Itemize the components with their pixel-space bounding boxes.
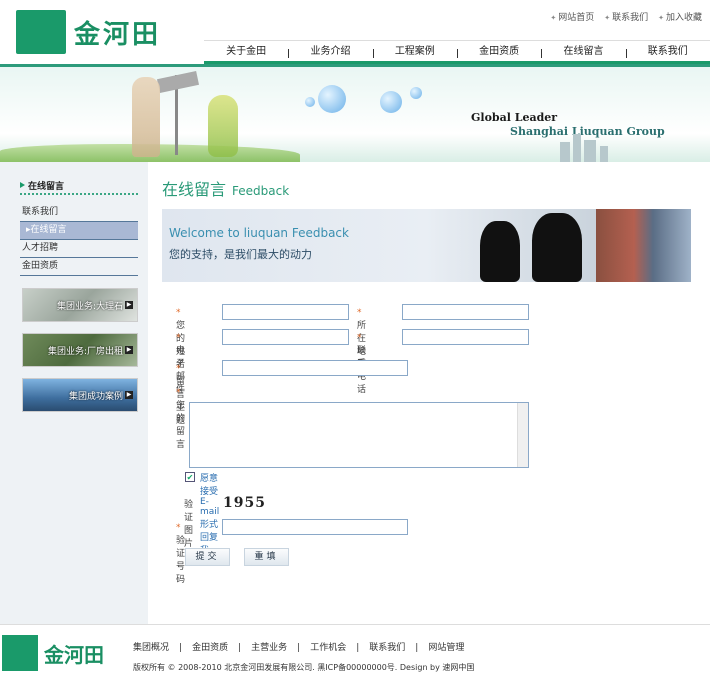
banner-bubble bbox=[318, 85, 346, 113]
promo-cases[interactable]: 集团成功案例 ▶ bbox=[22, 378, 138, 412]
name-input[interactable] bbox=[222, 304, 349, 320]
promo-label: 集团业务:大理石 bbox=[56, 301, 123, 312]
phone-input[interactable] bbox=[402, 329, 529, 345]
sidebar-list: 联系我们 在线留言 人才招聘 金田资质 bbox=[20, 204, 138, 276]
silhouette-person bbox=[480, 221, 520, 282]
code-label-text: 验证号码 bbox=[176, 536, 186, 585]
arrow-right-icon: ▶ bbox=[125, 301, 133, 309]
banner-bubble bbox=[380, 91, 402, 113]
promo-label: 集团业务:厂房出租 bbox=[47, 346, 123, 357]
site-logo[interactable]: 金河田 bbox=[16, 10, 166, 54]
footer-link-jobs[interactable]: 工作机会 bbox=[287, 640, 346, 653]
nav-qualifications[interactable]: 金田资质 bbox=[456, 41, 542, 64]
footer-link-qualifications[interactable]: 金田资质 bbox=[169, 640, 228, 653]
banner-person-child bbox=[208, 95, 238, 157]
footer: 金河田 集团概况 金田资质 主营业务 工作机会 联系我们 网站管理 版权所有 ©… bbox=[0, 624, 710, 683]
promo-marble[interactable]: 集团业务:大理石 ▶ bbox=[22, 288, 138, 322]
banner-bubble bbox=[410, 87, 422, 99]
footer-links: 集团概况 金田资质 主营业务 工作机会 联系我们 网站管理 bbox=[133, 640, 464, 653]
reset-button[interactable]: 重填 bbox=[244, 548, 289, 566]
logo-leaf-icon bbox=[16, 10, 66, 54]
silhouette-person bbox=[532, 213, 582, 282]
reply-checkbox[interactable]: ✔ bbox=[185, 472, 195, 482]
main-nav: 关于金田 业务介绍 工程案例 金田资质 在线留言 联系我们 bbox=[204, 40, 710, 64]
submit-button[interactable]: 提交 bbox=[185, 548, 230, 566]
promo-label: 集团成功案例 bbox=[68, 391, 123, 402]
nav-cases[interactable]: 工程案例 bbox=[372, 41, 457, 64]
code-input[interactable] bbox=[222, 519, 408, 535]
header: 金河田 网站首页 联系我们 加入收藏 关于金田 业务介绍 工程案例 金田资质 在… bbox=[0, 0, 710, 64]
banner-building bbox=[600, 146, 608, 162]
nav-business[interactable]: 业务介绍 bbox=[288, 41, 373, 64]
sidebar-heading: 在线留言 bbox=[20, 179, 138, 195]
code-label: *验证号码 bbox=[176, 523, 186, 585]
banner-building bbox=[584, 140, 596, 162]
reply-checkbox-label[interactable]: 愿意接受E-mail形式回复我 bbox=[200, 471, 219, 556]
nav-contact[interactable]: 联系我们 bbox=[625, 41, 710, 64]
main-content: 在线留言 Feedback Welcome to liuquan Feedback… bbox=[148, 162, 710, 624]
footer-link-overview[interactable]: 集团概况 bbox=[133, 640, 169, 653]
sidebar-item-feedback[interactable]: 在线留言 bbox=[20, 222, 138, 240]
welcome-text-en: Welcome to liuquan Feedback bbox=[169, 226, 349, 240]
banner-title: Global Leader bbox=[471, 111, 558, 124]
bookmark-link[interactable]: 加入收藏 bbox=[658, 10, 702, 23]
banner: Global Leader Shanghai Liuquan Group bbox=[0, 64, 710, 162]
copyright: 版权所有 © 2008-2010 北京金河田发展有限公司. 黑ICP备00000… bbox=[133, 663, 475, 672]
page-title-cn: 在线留言 bbox=[162, 180, 227, 199]
contact-link[interactable]: 联系我们 bbox=[604, 10, 648, 23]
footer-link-contact[interactable]: 联系我们 bbox=[346, 640, 405, 653]
promo-factory[interactable]: 集团业务:厂房出租 ▶ bbox=[22, 333, 138, 367]
banner-bubble bbox=[305, 97, 315, 107]
nav-about[interactable]: 关于金田 bbox=[204, 41, 289, 64]
building-photo bbox=[596, 209, 691, 282]
logo-leaf-icon bbox=[2, 635, 38, 671]
sidebar: 在线留言 联系我们 在线留言 人才招聘 金田资质 集团业务:大理石▶ 集团业务:… bbox=[0, 162, 148, 624]
welcome-text-cn: 您的支持，是我们最大的动力 bbox=[169, 248, 312, 261]
banner-subtitle: Shanghai Liuquan Group bbox=[510, 125, 665, 138]
textarea-scrollbar[interactable] bbox=[517, 403, 528, 467]
captcha-label-text: 验证图片 bbox=[184, 500, 194, 549]
email-input[interactable] bbox=[222, 329, 349, 345]
page-title: 在线留言 Feedback bbox=[162, 176, 289, 200]
top-links: 网站首页 联系我们 加入收藏 bbox=[550, 10, 702, 23]
nav-feedback[interactable]: 在线留言 bbox=[541, 41, 626, 64]
footer-link-admin[interactable]: 网站管理 bbox=[405, 640, 464, 653]
footer-link-business[interactable]: 主营业务 bbox=[228, 640, 287, 653]
sidebar-item-qualifications[interactable]: 金田资质 bbox=[20, 258, 138, 276]
signpost-board bbox=[156, 70, 200, 94]
sidebar-item-jobs[interactable]: 人才招聘 bbox=[20, 240, 138, 258]
captcha-label: 验证图片 bbox=[184, 497, 193, 549]
arrow-right-icon: ▶ bbox=[125, 391, 133, 399]
banner-building bbox=[560, 142, 570, 162]
banner-person-adult bbox=[132, 77, 160, 157]
footer-logo-text: 金河田 bbox=[44, 643, 104, 667]
home-link[interactable]: 网站首页 bbox=[550, 10, 594, 23]
page-title-en: Feedback bbox=[232, 184, 290, 198]
arrow-right-icon: ▶ bbox=[125, 346, 133, 354]
subject-input[interactable] bbox=[222, 360, 408, 376]
logo-text: 金河田 bbox=[74, 20, 162, 50]
region-input[interactable] bbox=[402, 304, 529, 320]
footer-logo[interactable]: 金河田 bbox=[2, 635, 120, 671]
captcha-image: 1955 bbox=[223, 495, 266, 511]
message-label: *您的留言 bbox=[176, 388, 186, 450]
welcome-banner: Welcome to liuquan Feedback 您的支持，是我们最大的动… bbox=[162, 209, 691, 282]
message-textarea[interactable] bbox=[189, 402, 529, 468]
message-label-text: 您的留言 bbox=[176, 401, 186, 450]
sidebar-item-contact[interactable]: 联系我们 bbox=[20, 204, 138, 222]
banner-building bbox=[573, 134, 581, 162]
